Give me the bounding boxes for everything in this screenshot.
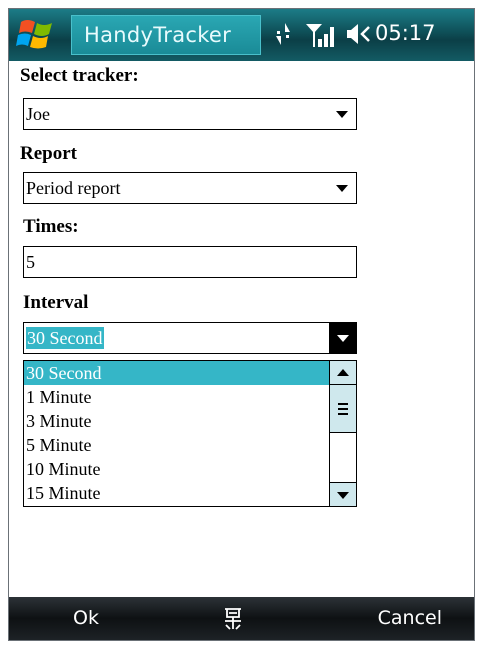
interval-dropdown-button[interactable] (329, 322, 357, 354)
list-item[interactable]: 3 Minute (24, 409, 329, 433)
connectivity-icon[interactable] (273, 21, 293, 47)
scroll-up-button[interactable] (330, 361, 356, 385)
softkey-bar: Ok Cancel (9, 597, 474, 640)
grip-line (338, 403, 348, 405)
scroll-down-button[interactable] (330, 482, 356, 506)
tracker-select[interactable]: Joe (23, 98, 357, 130)
list-item[interactable]: 15 Minute (24, 481, 329, 505)
list-item[interactable]: 30 Second (24, 361, 329, 385)
arrow-down-icon (337, 492, 349, 499)
list-item[interactable]: 10 Minute (24, 457, 329, 481)
interval-select-value: 30 Second (26, 327, 104, 349)
report-label: Report (20, 143, 77, 164)
interval-label: Interval (23, 292, 89, 313)
clock: 05:17 (375, 21, 436, 45)
list-item[interactable]: 5 Minute (24, 433, 329, 457)
app-title: HandyTracker (71, 15, 261, 55)
cancel-softkey[interactable]: Cancel (378, 607, 442, 629)
report-select[interactable]: Period report (23, 172, 357, 204)
keyboard-icon[interactable] (221, 605, 245, 631)
device-screen: HandyTracker 05:17 Select tracker: Joe R… (8, 8, 475, 641)
grip-line (338, 408, 348, 410)
list-item[interactable]: 1 Minute (24, 385, 329, 409)
chevron-down-icon[interactable] (336, 111, 348, 118)
signal-strength-icon[interactable] (305, 21, 335, 49)
tracker-select-value: Joe (26, 104, 50, 124)
title-bar: HandyTracker 05:17 (9, 9, 474, 61)
interval-select[interactable]: 30 Second (23, 322, 357, 354)
interval-dropdown-list[interactable]: 30 Second 1 Minute 3 Minute 5 Minute 10 … (23, 360, 357, 507)
times-label: Times: (23, 216, 79, 237)
scrollbar[interactable] (329, 361, 356, 506)
volume-icon[interactable] (345, 21, 373, 47)
ok-softkey[interactable]: Ok (73, 607, 99, 629)
arrow-up-icon (337, 369, 349, 376)
grip-line (338, 413, 348, 415)
chevron-down-icon (337, 335, 349, 342)
windows-start-icon[interactable] (15, 16, 61, 52)
scroll-thumb[interactable] (330, 385, 356, 433)
tracker-label: Select tracker: (20, 65, 139, 86)
times-input[interactable]: 5 (23, 246, 357, 278)
times-input-value: 5 (26, 252, 35, 272)
report-select-value: Period report (26, 178, 121, 198)
chevron-down-icon[interactable] (336, 185, 348, 192)
